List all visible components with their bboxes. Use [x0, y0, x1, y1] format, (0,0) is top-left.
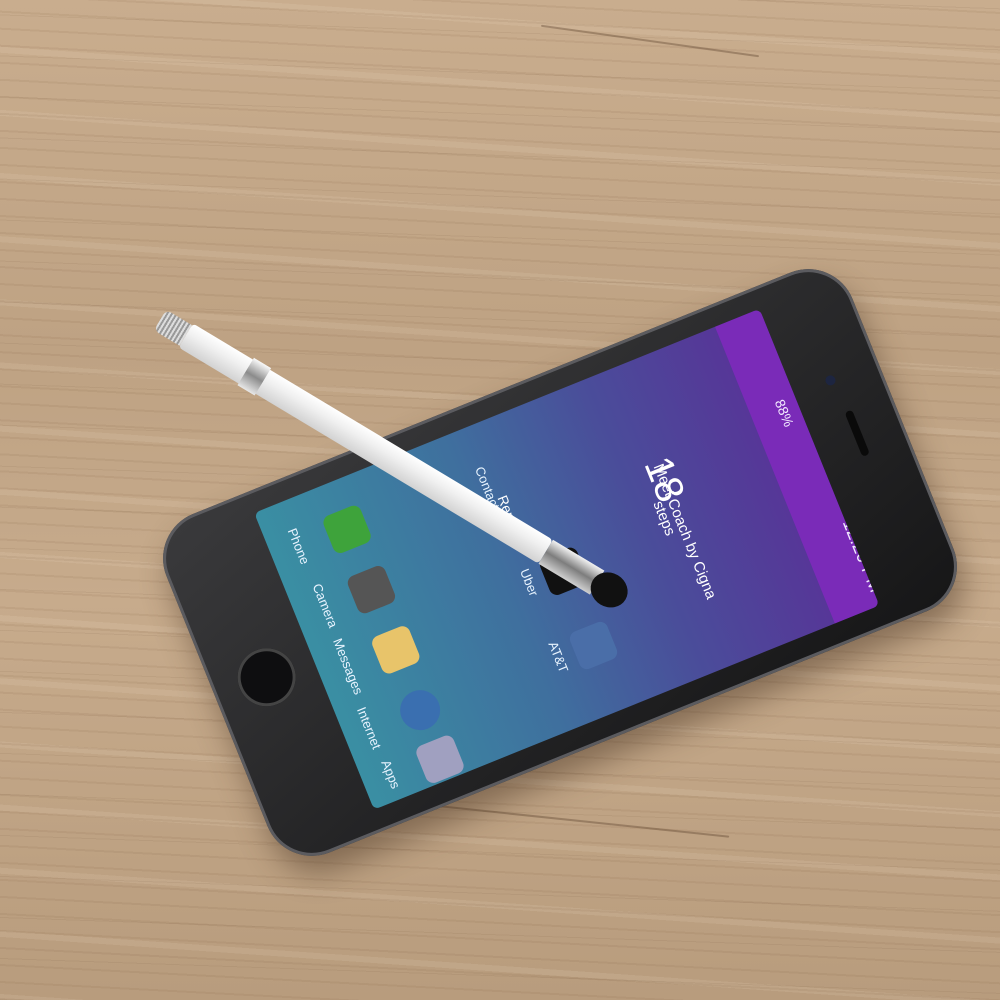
- apps-grid-icon[interactable]: [413, 733, 467, 786]
- photo-scene: 88% 12:20 PM 18 steps Meet Coach by Cign…: [0, 0, 1000, 1000]
- battery-level: 88%: [771, 397, 798, 430]
- front-camera: [823, 373, 837, 387]
- phone-label: Phone: [284, 525, 313, 567]
- att-icon[interactable]: [567, 619, 620, 672]
- earpiece-speaker: [844, 409, 870, 457]
- status-time: 12:20 PM: [838, 516, 880, 596]
- messages-label: Messages: [330, 636, 367, 697]
- home-button[interactable]: [228, 639, 305, 716]
- att-label: AT&T: [545, 639, 572, 675]
- camera-icon[interactable]: [345, 563, 398, 616]
- messages-icon[interactable]: [369, 623, 422, 676]
- phone-icon[interactable]: [321, 503, 374, 556]
- camera-label: Camera: [309, 581, 341, 630]
- uber-label: Uber: [517, 566, 542, 599]
- apps-label: Apps: [378, 757, 404, 791]
- internet-label: Internet: [353, 704, 385, 752]
- internet-icon[interactable]: [394, 684, 447, 737]
